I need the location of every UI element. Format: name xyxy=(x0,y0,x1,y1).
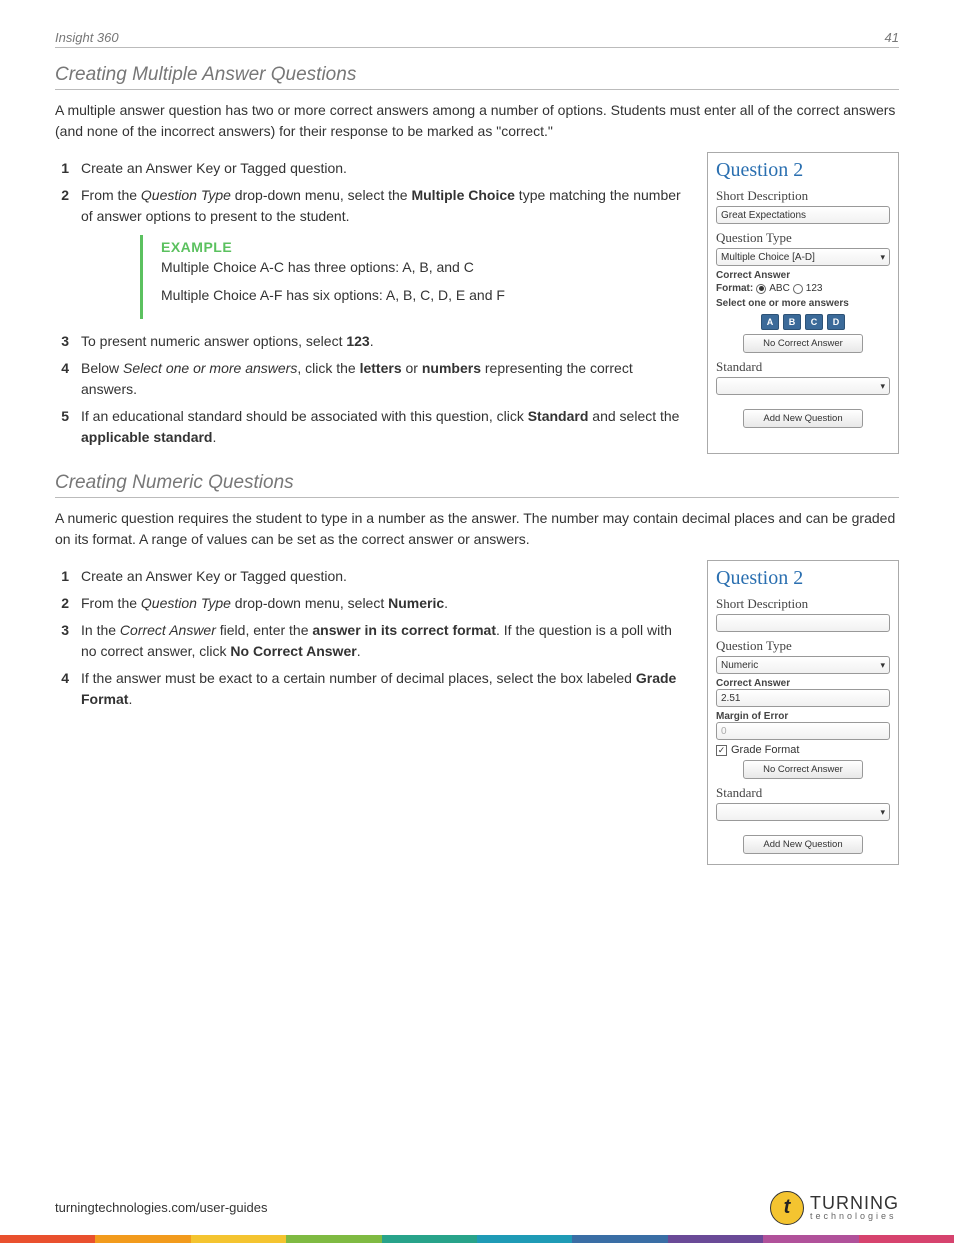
example-line-2: Multiple Choice A-F has six options: A, … xyxy=(161,287,600,303)
step-1: Create an Answer Key or Tagged question. xyxy=(81,158,689,179)
step-4: If the answer must be exact to a certain… xyxy=(81,668,689,710)
format-row: Format: ABC 123 xyxy=(716,283,890,294)
short-description-label: Short Description xyxy=(716,188,890,204)
short-description-input[interactable]: Great Expectations xyxy=(716,206,890,224)
brand-name: TURNING xyxy=(810,1195,899,1211)
step-number: 3 xyxy=(55,620,69,662)
panel-numeric: Question 2 Short Description Question Ty… xyxy=(707,560,899,865)
step-number: 4 xyxy=(55,358,69,400)
step-number: 5 xyxy=(55,406,69,448)
answer-d-button[interactable]: D xyxy=(827,314,845,330)
step-number: 2 xyxy=(55,593,69,614)
grade-format-label: Grade Format xyxy=(731,744,799,756)
page-header: Insight 360 41 xyxy=(55,30,899,48)
step-number: 4 xyxy=(55,668,69,710)
turning-logo-icon: t xyxy=(770,1191,804,1225)
question-type-dropdown[interactable]: Multiple Choice [A-D] xyxy=(716,248,890,266)
section-title-numeric: Creating Numeric Questions xyxy=(55,472,899,498)
panel-multiple-choice: Question 2 Short Description Great Expec… xyxy=(707,152,899,454)
example-label: EXAMPLE xyxy=(161,239,600,255)
correct-answer-input[interactable]: 2.51 xyxy=(716,689,890,707)
select-answers-label: Select one or more answers xyxy=(716,298,890,309)
correct-answer-label: Correct Answer xyxy=(716,270,890,281)
page-number: 41 xyxy=(885,30,899,45)
short-description-input[interactable] xyxy=(716,614,890,632)
no-correct-answer-button[interactable]: No Correct Answer xyxy=(743,760,863,779)
step-number: 3 xyxy=(55,331,69,352)
step-number: 1 xyxy=(55,158,69,179)
example-line-1: Multiple Choice A-C has three options: A… xyxy=(161,259,600,275)
answer-a-button[interactable]: A xyxy=(761,314,779,330)
footer-color-strip xyxy=(0,1235,954,1243)
step-1: Create an Answer Key or Tagged question. xyxy=(81,566,689,587)
answer-b-button[interactable]: B xyxy=(783,314,801,330)
answer-c-button[interactable]: C xyxy=(805,314,823,330)
page-footer: turningtechnologies.com/user-guides t TU… xyxy=(0,1180,954,1235)
format-123-radio[interactable] xyxy=(793,284,803,294)
correct-answer-label: Correct Answer xyxy=(716,678,890,689)
step-number: 1 xyxy=(55,566,69,587)
grade-format-checkbox[interactable]: ✓ xyxy=(716,745,727,756)
add-new-question-button[interactable]: Add New Question xyxy=(743,835,863,854)
question-type-label: Question Type xyxy=(716,230,890,246)
footer-url: turningtechnologies.com/user-guides xyxy=(55,1200,267,1215)
product-name: Insight 360 xyxy=(55,30,119,45)
add-new-question-button[interactable]: Add New Question xyxy=(743,409,863,428)
margin-of-error-label: Margin of Error xyxy=(716,711,890,722)
section1-intro: A multiple answer question has two or mo… xyxy=(55,100,899,142)
step-2: From the Question Type drop-down menu, s… xyxy=(81,593,689,614)
brand-sub: technologies xyxy=(810,1212,899,1220)
standard-dropdown[interactable] xyxy=(716,377,890,395)
panel-title: Question 2 xyxy=(716,159,890,182)
step-5: If an educational standard should be ass… xyxy=(81,406,689,448)
no-correct-answer-button[interactable]: No Correct Answer xyxy=(743,334,863,353)
step-4: Below Select one or more answers, click … xyxy=(81,358,689,400)
question-type-dropdown[interactable]: Numeric xyxy=(716,656,890,674)
standard-label: Standard xyxy=(716,785,890,801)
margin-of-error-input[interactable]: 0 xyxy=(716,722,890,740)
step-2: From the Question Type drop-down menu, s… xyxy=(81,185,689,227)
standard-label: Standard xyxy=(716,359,890,375)
example-block: EXAMPLE Multiple Choice A-C has three op… xyxy=(140,235,600,319)
brand-logo: t TURNING technologies xyxy=(770,1191,899,1225)
step-3: To present numeric answer options, selec… xyxy=(81,331,689,352)
standard-dropdown[interactable] xyxy=(716,803,890,821)
panel-title: Question 2 xyxy=(716,567,890,590)
short-description-label: Short Description xyxy=(716,596,890,612)
step-number: 2 xyxy=(55,185,69,227)
question-type-label: Question Type xyxy=(716,638,890,654)
section-title-multiple-answer: Creating Multiple Answer Questions xyxy=(55,64,899,90)
step-3: In the Correct Answer field, enter the a… xyxy=(81,620,689,662)
section2-intro: A numeric question requires the student … xyxy=(55,508,899,550)
format-abc-radio[interactable] xyxy=(756,284,766,294)
